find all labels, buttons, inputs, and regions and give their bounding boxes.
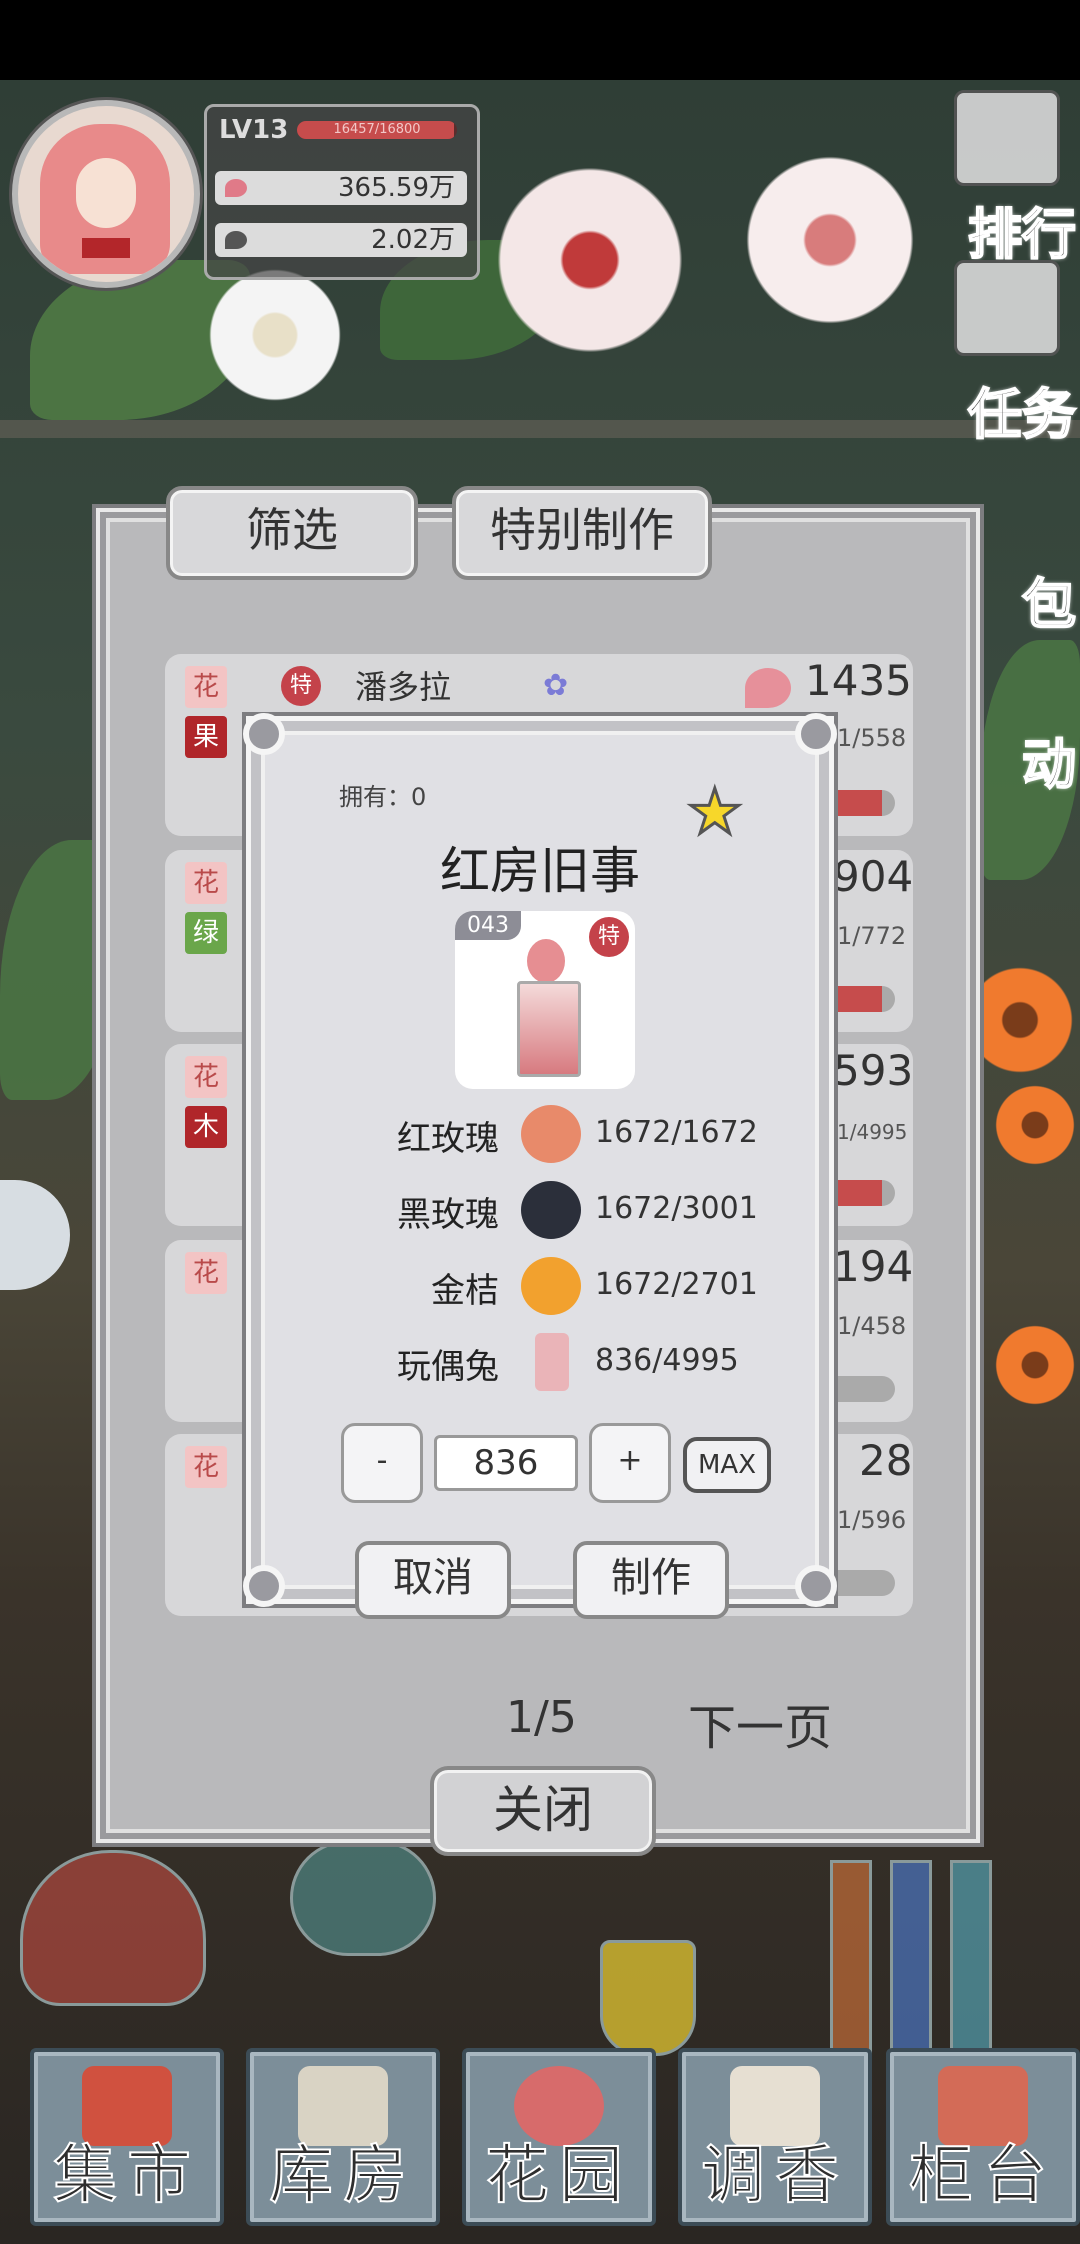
decrease-button[interactable]: -: [341, 1423, 423, 1503]
black-rose-icon: [521, 1181, 581, 1239]
special-craft-tab[interactable]: 特别制作: [452, 486, 712, 580]
currency-petals: 365.59万: [215, 171, 467, 205]
increase-button[interactable]: +: [589, 1423, 671, 1503]
nav-warehouse[interactable]: 库房: [246, 2048, 440, 2226]
nav-garden[interactable]: 花园: [462, 2048, 656, 2226]
craft-popup: 拥有：0 ★ 红房旧事 043 特 红玫瑰 1672/1672 黑玫瑰 1672…: [243, 713, 837, 1619]
side-menu-ranking[interactable]: 排行: [967, 190, 1077, 269]
special-badge: 特: [589, 917, 629, 957]
flower-decoration: [480, 160, 700, 360]
quantity-input[interactable]: 836: [434, 1435, 578, 1491]
red-rose-icon: [521, 1105, 581, 1163]
player-avatar[interactable]: [12, 100, 200, 288]
seed-icon: [225, 231, 247, 249]
exp-text: 16457/16800: [333, 122, 421, 137]
flower-decoration: [990, 1080, 1080, 1170]
kumquat-icon: [521, 1257, 581, 1315]
flask-decoration: [20, 1850, 206, 2006]
flower-decoration: [740, 140, 920, 340]
exp-bar: 16457/16800: [297, 121, 457, 139]
product-number: 043: [455, 911, 521, 940]
task-icon[interactable]: [954, 260, 1060, 356]
ingredient-row: 玩偶兔 836/4995: [251, 1329, 829, 1399]
corner-ornament: [243, 1565, 285, 1607]
bunny-perfume-icon: [535, 1333, 569, 1391]
page-indicator: 1/5: [506, 1692, 577, 1743]
flower-icon: ✿: [543, 668, 569, 703]
corner-ornament: [243, 713, 285, 755]
craft-button[interactable]: 制作: [573, 1541, 729, 1619]
close-button[interactable]: 关闭: [430, 1766, 656, 1856]
player-stats: LV13 16457/16800 365.59万 2.02万: [204, 104, 480, 280]
ingredient-row: 金桔 1672/2701: [251, 1253, 829, 1323]
side-menu-event[interactable]: 动: [1021, 720, 1077, 799]
petal-icon: [745, 668, 791, 708]
product-title: 红房旧事: [440, 842, 640, 900]
ranking-icon[interactable]: [954, 90, 1060, 186]
side-menu-bag[interactable]: 包: [1021, 560, 1077, 639]
corner-ornament: [795, 713, 837, 755]
perfume-bottle-icon: [517, 981, 581, 1077]
shelf: [0, 420, 1080, 438]
owned-count: 拥有：0: [339, 783, 427, 811]
ingredient-row: 黑玫瑰 1672/3001: [251, 1177, 829, 1247]
next-page-button[interactable]: 下一页: [688, 1688, 832, 1758]
flower-decoration: [990, 1320, 1080, 1410]
flower-decoration: [200, 260, 350, 410]
flask-decoration: [600, 1940, 696, 2056]
recipe-name: 潘多拉: [355, 668, 452, 706]
currency-seeds: 2.02万: [215, 223, 467, 257]
flask-decoration: [290, 1840, 436, 1956]
cancel-button[interactable]: 取消: [355, 1541, 511, 1619]
side-tab-icon[interactable]: [0, 1180, 70, 1290]
nav-market[interactable]: 集市: [30, 2048, 224, 2226]
max-button[interactable]: MAX: [683, 1437, 771, 1493]
corner-ornament: [795, 1565, 837, 1607]
special-badge: 特: [281, 666, 321, 706]
ingredient-row: 红玫瑰 1672/1672: [251, 1101, 829, 1171]
petal-icon: [225, 179, 247, 197]
player-panel: LV13 16457/16800 365.59万 2.02万: [12, 100, 480, 288]
nav-perfume[interactable]: 调香: [678, 2048, 872, 2226]
product-image: 043 特: [455, 911, 635, 1089]
filter-tab[interactable]: 筛选: [166, 486, 418, 580]
side-menu-task[interactable]: 任务: [967, 370, 1077, 449]
nav-counter[interactable]: 柜台: [886, 2048, 1080, 2226]
bunny-icon: [527, 939, 565, 983]
player-level: LV13: [219, 115, 289, 145]
